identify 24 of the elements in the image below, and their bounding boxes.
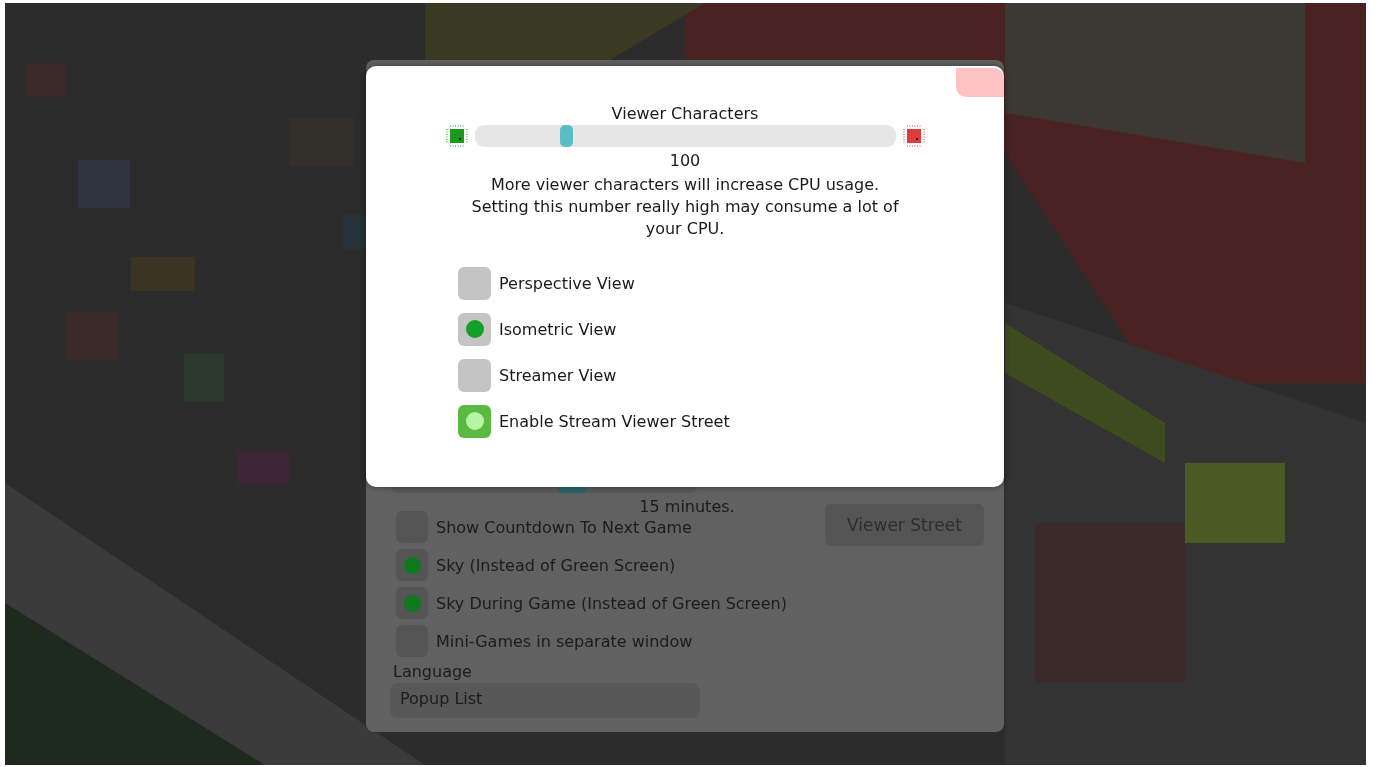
language-label: Language [392, 662, 473, 681]
language-dropdown[interactable]: Popup List [390, 683, 700, 718]
radio-button[interactable] [458, 358, 491, 392]
option-label: Enable Stream Viewer Street [499, 411, 730, 431]
description-text: More viewer characters will increase CPU usage. Setting this number really high may consume a lot of your CPU. [470, 174, 900, 240]
slider-value: 100 [669, 151, 701, 170]
radio-button[interactable] [458, 312, 491, 346]
option-label: Perspective View [499, 273, 635, 293]
checkbox-label: Sky (Instead of Green Screen) [436, 555, 676, 575]
cpu-chip-icon [444, 124, 469, 148]
checkbox-label: Sky During Game (Instead of Green Screen) [436, 593, 787, 613]
checkbox[interactable] [396, 549, 428, 581]
option-label: Streamer View [499, 365, 617, 385]
option-label: Isometric View [499, 319, 617, 339]
cpu-chip-icon [901, 124, 926, 148]
radio-button[interactable] [458, 266, 491, 300]
slider-track[interactable] [474, 125, 896, 147]
dialog-title: Viewer Characters [611, 104, 759, 123]
checkbox-label: Mini-Games in separate window [436, 631, 693, 651]
checkbox[interactable] [458, 404, 491, 438]
checkbox-label: Show Countdown To Next Game [436, 517, 692, 537]
slider-thumb[interactable] [560, 125, 574, 147]
checkbox[interactable] [396, 587, 428, 619]
slider-caption: 15 minutes. [638, 497, 736, 516]
